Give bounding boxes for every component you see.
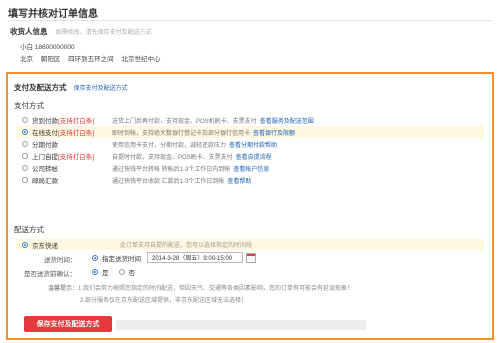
radio-icon[interactable] [22,129,28,135]
radio-icon[interactable] [118,269,125,275]
payment-option-transfer[interactable]: 公司转帐 通过快钱平台转帐 转帐后1-3个工作日内到帐 查看帐户信息 [16,162,484,174]
address-detail: 北京世纪中心 [121,56,161,63]
payment-link[interactable]: 查看银行及限额 [253,131,295,137]
consignee-section: 收货人信息 如需修改，请先保存支付及配送方式 小白 18600000000 北京… [10,26,490,63]
payment-name: 公司转帐 [32,166,58,173]
radio-icon[interactable] [22,177,28,183]
tips-label: 温馨提示： [48,286,79,292]
save-payship-button[interactable]: 保存支付及配送方式 [24,316,112,332]
payment-name: 邮局汇款 [32,178,58,185]
payment-link[interactable]: 查看服务及配送范围 [260,119,314,125]
tips-block: 温馨提示：1.我们会努力按照您指定的时间配送，但因天气、交通等各类因素影响，您的… [48,283,353,307]
payment-option-pickup[interactable]: 上门自提[支持打白条] 自提时付款，支持现金、POS刷卡、支票支付 查看自提流程 [16,150,484,162]
title-divider [8,20,492,21]
payment-name: 上门自提[支持打白条] [32,154,95,161]
address-district: 朝阳区 [40,56,61,63]
radio-icon[interactable] [92,254,98,261]
confirm-options: 是 否 [92,267,135,277]
radio-icon[interactable] [22,153,28,159]
confirm-label: 是否送货前确认： [24,271,76,278]
payment-option-installment[interactable]: 分期付款 使用信用卡支付，分期付款，减轻还款压力 查看分期付款帮助 [16,138,484,150]
consignee-hint: 如需修改，请先保存支付及配送方式 [55,30,152,36]
payment-desc: 送货上门后再付款，支持现金、POS机刷卡、支票支付 查看服务及配送范围 [112,118,314,125]
payment-desc: 通过快钱平台收款 汇款后1-3个工作日到帐 查看帮助 [112,178,252,185]
tip-line: 1.我们会努力按照您指定的时间配送，但因天气、交通等各类因素影响，您的订单有可能… [78,286,354,292]
consignee-heading: 收货人信息 如需修改，请先保存支付及配送方式 [10,26,490,37]
calendar-icon[interactable] [246,252,256,263]
address-province: 北京 [20,56,33,63]
confirm-no-label: 否 [128,270,136,277]
delivery-time-input[interactable]: 2014-3-28（周五）9:00-15:00 [147,252,243,263]
payment-desc: 通过快钱平台转帐 转帐后1-3个工作日内到帐 查看帐户信息 [112,166,270,173]
confirm-yes-label: 是 [102,270,109,277]
delivery-time-row: 指定送货时间 2014-3-28（周五）9:00-15:00 [92,252,256,263]
payment-link[interactable]: 查看帐户信息 [233,167,269,173]
radio-icon[interactable] [22,241,28,248]
payment-link[interactable]: 查看自提流程 [236,155,272,161]
shipping-title: 配送方式 [14,225,44,234]
consignee-heading-label: 收货人信息 [10,27,48,36]
consignee-name-phone: 小白 18600000000 [20,44,75,51]
payment-name: 在线支付[支持打白条] [32,130,95,137]
page-title: 填写并核对订单信息 [8,9,98,20]
payment-name: 分期付款 [32,142,58,149]
radio-icon[interactable] [22,117,28,123]
radio-icon[interactable] [22,141,28,147]
payship-heading-label: 支付及配送方式 [14,83,67,92]
payment-desc: 即时到帐，支持绝大数银行借记卡及部分银行信用卡 查看银行及限额 [112,130,296,137]
payment-desc: 自提时付款，支持现金、POS刷卡、支票支付 查看自提流程 [112,154,272,161]
radio-icon[interactable] [92,269,98,275]
shipping-option-jd[interactable]: 京东快递 此订单支持自提的配送，您可以选择指定的时间段 [16,239,484,250]
payment-link[interactable]: 查看帮助 [227,179,251,185]
radio-icon[interactable] [22,165,28,171]
delivery-time-label: 送货时间： [44,257,77,264]
payment-name: 货到付款[支持打白条] [32,118,95,125]
payship-heading: 支付及配送方式 保存支付及配送方式 [14,82,128,93]
payship-save-link[interactable]: 保存支付及配送方式 [74,86,128,92]
payment-title: 支付方式 [14,101,44,110]
payment-option-cod[interactable]: 货到付款[支持打白条] 送货上门后再付款，支持现金、POS机刷卡、支票支付 查看服… [16,114,484,126]
payment-option-postal[interactable]: 邮局汇款 通过快钱平台收款 汇款后1-3个工作日到帐 查看帮助 [16,174,484,186]
shipping-name: 京东快递 [32,242,58,250]
payment-list: 货到付款[支持打白条] 送货上门后再付款，支持现金、POS机刷卡、支票支付 查看服… [16,114,484,186]
button-row-background [116,320,366,330]
shipping-note: 此订单支持自提的配送，您可以选择指定的时间段 [120,243,253,249]
address-area: 四环到五环之间 [68,56,114,63]
delivery-time-option: 指定送货时间 [102,255,141,263]
payment-link[interactable]: 查看分期付款帮助 [229,143,277,149]
tip-line: 2.部分服务仅在京东配送区域提供，非京东配送区域无法选择！ [80,298,248,304]
payment-desc: 使用信用卡支付，分期付款，减轻还款压力 查看分期付款帮助 [112,142,278,149]
consignee-address: 北京 朝阳区 四环到五环之间 北京世纪中心 [20,53,166,63]
payment-option-online[interactable]: 在线支付[支持打白条] 即时到帐，支持绝大数银行借记卡及部分银行信用卡 查看银行及… [16,126,484,138]
